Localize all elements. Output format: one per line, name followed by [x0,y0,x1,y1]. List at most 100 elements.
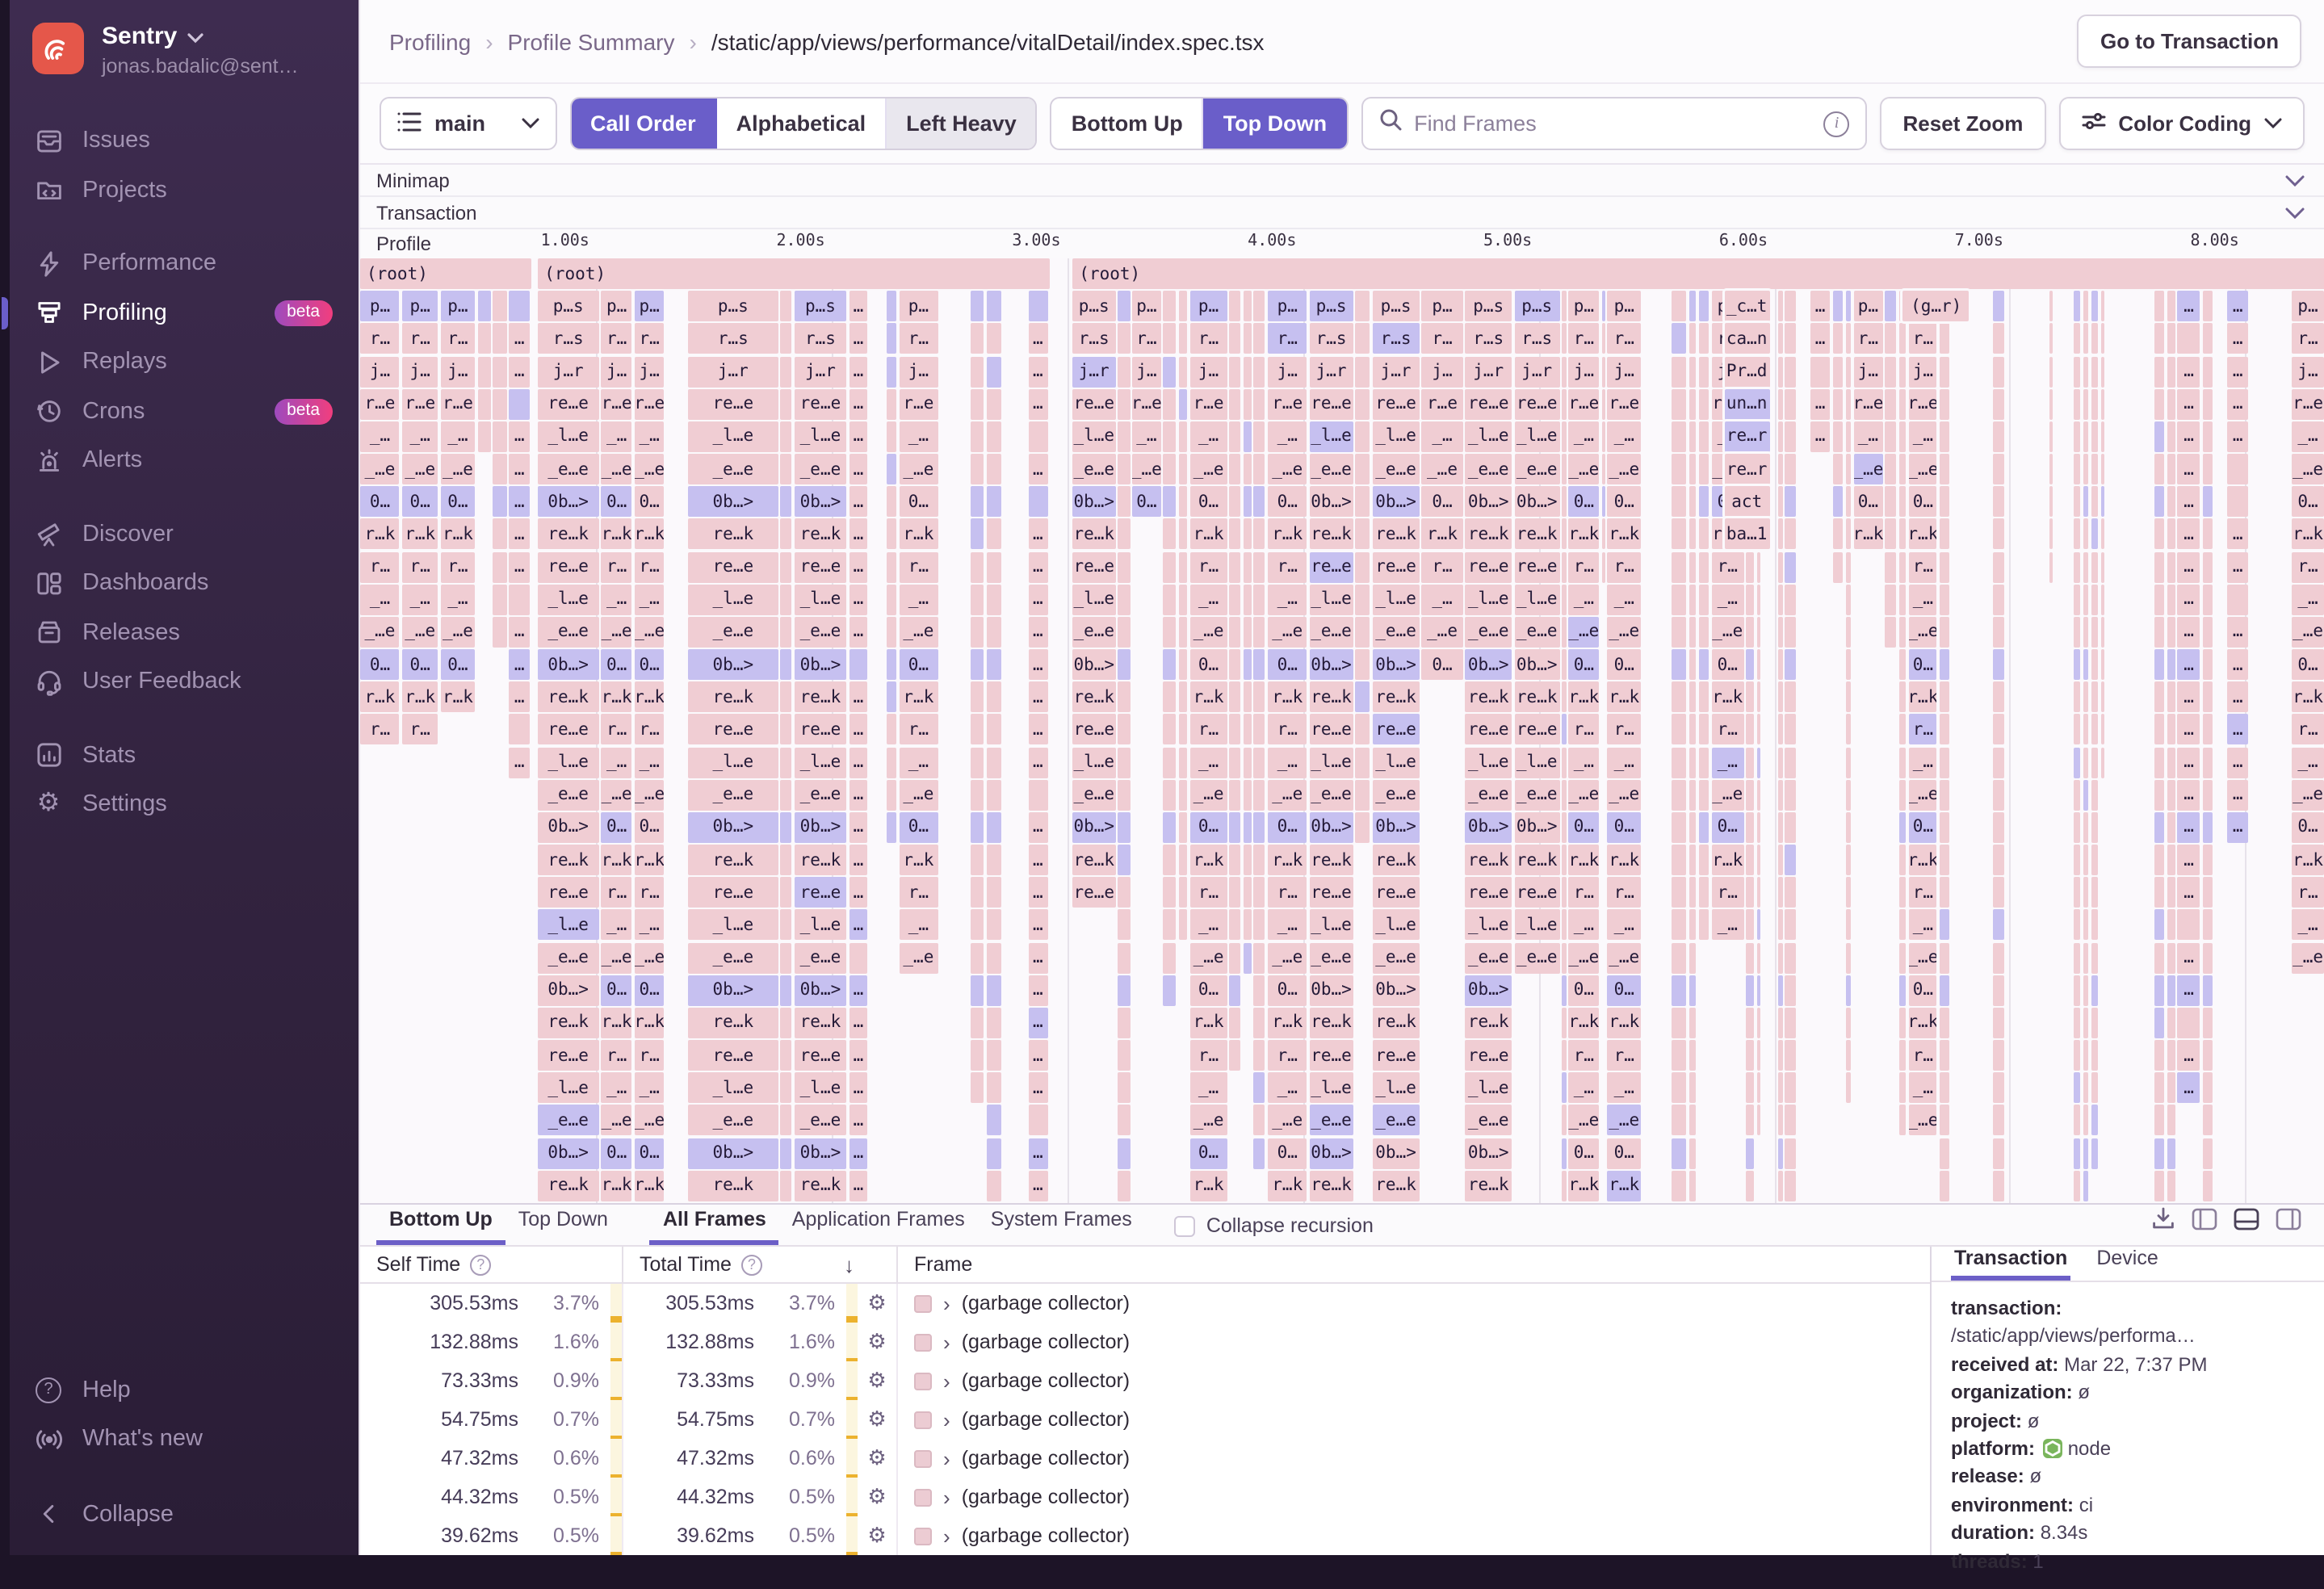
flame-cell[interactable]: 0b…> [538,811,599,843]
flame-cell[interactable] [509,714,530,745]
flame-cell[interactable]: r…k [1268,681,1307,713]
flame-cell[interactable]: r… [360,323,400,354]
flame-cell[interactable] [2083,681,2089,713]
flame-cell[interactable] [493,486,507,518]
flame-cell[interactable]: j…r [1465,356,1512,387]
flame-cell[interactable] [1163,649,1177,681]
flame-cell[interactable]: … [849,747,868,778]
flame-cell[interactable]: _e…e [1072,779,1116,811]
flame-cell[interactable] [1243,551,1252,583]
flame-cell[interactable]: re…e [538,877,599,908]
flame-cell[interactable]: … [2177,616,2200,648]
flame-cell[interactable] [780,649,792,681]
flame-cell[interactable] [2202,551,2213,583]
flame-cell[interactable]: 0… [1607,975,1641,1006]
flame-cell[interactable]: _…e [402,454,438,485]
flame-cell[interactable]: re…k [1309,845,1353,876]
flame-cell[interactable] [1785,779,1796,811]
flame-cell[interactable]: r… [1909,714,1937,745]
flame-cell[interactable] [2154,942,2165,974]
flame-cell[interactable] [2083,1040,2089,1071]
flame-cell[interactable] [986,747,1001,778]
flame-cell[interactable] [1698,551,1709,583]
flame-cell[interactable] [2083,551,2089,583]
flame-cell[interactable] [970,1007,984,1038]
flame-cell[interactable]: 0… [2292,811,2324,843]
flame-cell[interactable]: 0… [1909,811,1937,843]
flame-cell[interactable] [1898,942,1907,974]
flame-cell[interactable]: _l…e [1372,421,1420,452]
flame-cell[interactable]: r… [1607,714,1641,745]
flame-cell[interactable] [493,323,507,354]
flame-cell[interactable]: r…k [635,1170,665,1201]
flame-cell[interactable] [1785,388,1796,420]
flame-cell[interactable] [1898,421,1907,452]
flame-cell[interactable]: r… [1268,551,1307,583]
flame-cell[interactable] [1562,975,1567,1006]
flame-cell[interactable]: _… [1711,584,1744,615]
flame-cell[interactable] [2091,421,2098,452]
flame-cell[interactable]: re…k [688,681,778,713]
flame-cell[interactable]: _e…e [794,1105,847,1136]
flame-cell[interactable] [1355,649,1370,681]
flame-cell[interactable] [1845,909,1852,941]
flame-cell[interactable] [2100,616,2105,648]
flame-cell[interactable] [1832,551,1844,583]
flame-cell[interactable]: _…e [2292,616,2324,648]
flame-cell[interactable] [2154,1072,2165,1104]
flame-cell[interactable] [780,1138,792,1169]
flame-cell[interactable] [1163,942,1177,974]
flame-cell[interactable]: re…k [688,845,778,876]
flame-cell[interactable] [2154,1040,2165,1071]
flame-cell[interactable] [1993,388,2004,420]
flame-cell[interactable] [1672,323,1687,354]
flame-cell[interactable]: j… [1853,356,1883,387]
flame-cell[interactable] [1698,909,1709,941]
flame-cell[interactable] [780,1105,792,1136]
flame-cell[interactable]: r…e [1607,388,1641,420]
flame-cell[interactable] [2074,291,2081,322]
flame-cell[interactable] [1562,714,1567,745]
flame-cell[interactable] [2154,518,2165,550]
flame-cell[interactable]: … [1028,323,1048,354]
flame-cell[interactable] [1179,616,1188,648]
flame-cell[interactable] [1243,421,1252,452]
flame-cell[interactable] [2100,388,2105,420]
flame-cell[interactable] [1689,388,1697,420]
flame-cell[interactable] [1993,714,2004,745]
flame-cell[interactable] [1163,291,1177,322]
flame-cell[interactable]: … [1810,388,1830,420]
flame-cell[interactable] [1993,551,2004,583]
flame-cell[interactable]: 0… [1909,649,1937,681]
flame-cell[interactable] [1253,1040,1265,1071]
flame-cell[interactable] [2154,811,2165,843]
flame-cell[interactable] [2202,1072,2213,1104]
flame-cell[interactable]: _…e [1189,1105,1227,1136]
flame-cell[interactable]: re…k [538,681,599,713]
flame-cell[interactable]: r…e [1132,388,1161,420]
flame-cell[interactable] [887,518,896,550]
flame-cell[interactable] [1898,975,1907,1006]
flame-cell[interactable] [1777,323,1783,354]
flame-cell[interactable] [1253,811,1265,843]
flame-cell[interactable] [887,388,896,420]
flame-cell[interactable]: 0… [601,811,632,843]
expand-chevron-icon[interactable]: › [943,1291,950,1315]
flame-cell[interactable] [1993,811,2004,843]
flame-cell[interactable] [970,323,984,354]
flame-cell[interactable]: 0b…> [794,486,847,518]
flame-cell[interactable] [2202,454,2213,485]
flame-cell[interactable]: _…e [1189,779,1227,811]
flame-cell[interactable] [1562,1040,1567,1071]
flame-cell[interactable] [1746,1040,1754,1071]
flame-cell[interactable]: _l…e [794,1072,847,1104]
flame-cell[interactable] [477,356,491,387]
sidebar-item-help[interactable]: ? Help [0,1365,359,1415]
flame-cell[interactable]: _e…e [688,454,778,485]
flame-cell[interactable] [2074,486,2081,518]
flame-cell[interactable] [1118,649,1131,681]
flame-cell[interactable] [2154,486,2165,518]
flame-cell[interactable] [1746,811,1754,843]
flame-cell[interactable]: _e…e [1514,616,1560,648]
flame-cell[interactable] [1777,388,1783,420]
